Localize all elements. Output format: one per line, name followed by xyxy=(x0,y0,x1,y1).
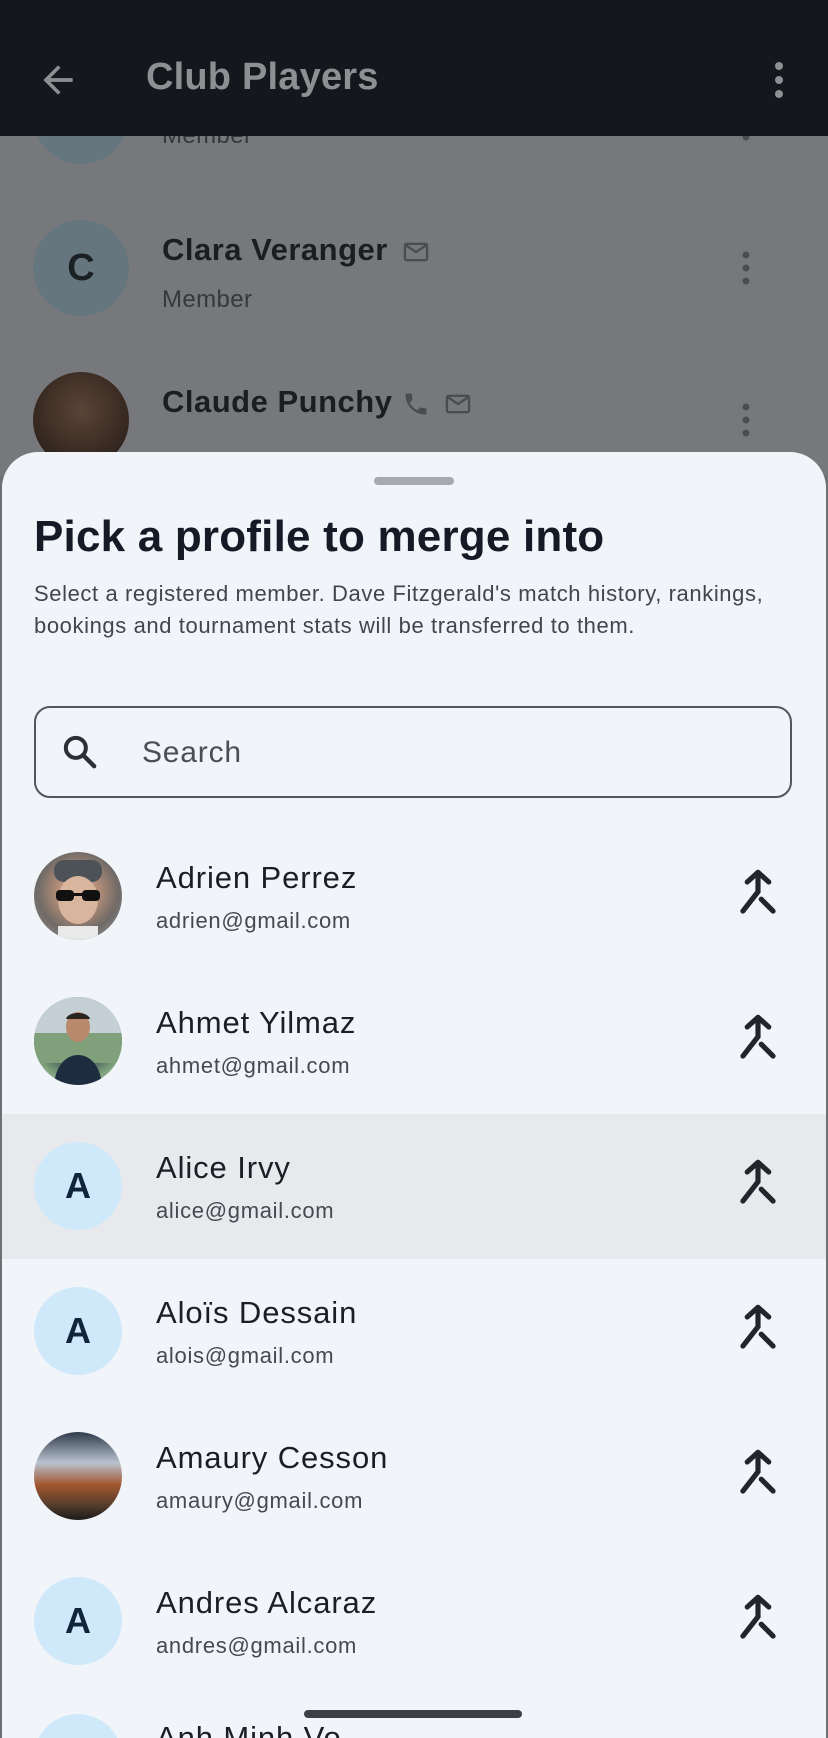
merge-icon[interactable] xyxy=(732,1593,784,1649)
player-role: Member xyxy=(162,286,253,313)
more-vert-icon[interactable] xyxy=(736,402,756,438)
member-row[interactable]: A Aloïs Dessain alois@gmail.com xyxy=(2,1259,826,1404)
member-name: Anh Minh Vo xyxy=(156,1720,342,1738)
merge-icon[interactable] xyxy=(732,868,784,924)
merge-icon[interactable] xyxy=(732,1303,784,1359)
avatar: A xyxy=(34,1577,122,1665)
merge-icon[interactable] xyxy=(732,1013,784,1069)
arrow-left-icon[interactable] xyxy=(36,58,80,102)
more-vert-icon[interactable] xyxy=(736,136,756,142)
more-vert-icon[interactable] xyxy=(766,60,792,100)
mail-icon xyxy=(445,394,471,414)
merge-profile-sheet: Pick a profile to merge into Select a re… xyxy=(2,452,826,1738)
member-email: amaury@gmail.com xyxy=(156,1488,364,1513)
avatar: C xyxy=(33,220,129,316)
member-name: Amaury Cesson xyxy=(156,1440,389,1475)
more-vert-icon[interactable] xyxy=(736,250,756,286)
avatar: A xyxy=(34,1142,122,1230)
sheet-title: Pick a profile to merge into xyxy=(34,512,605,561)
player-row[interactable]: C Clara Veranger Member xyxy=(0,204,828,357)
search-icon xyxy=(63,735,97,769)
member-name: Aloïs Dessain xyxy=(156,1295,358,1330)
avatar: C xyxy=(33,136,129,164)
phone-icon xyxy=(405,393,427,415)
search-input[interactable] xyxy=(140,728,744,778)
search-field[interactable] xyxy=(34,706,792,798)
member-email: andres@gmail.com xyxy=(156,1633,358,1658)
avatar xyxy=(34,852,122,940)
member-row[interactable]: Adrien Perrez adrien@gmail.com xyxy=(2,824,826,969)
drag-handle[interactable] xyxy=(374,477,454,485)
app-bar: Club Players xyxy=(0,0,828,136)
page-title: Club Players xyxy=(146,56,379,98)
member-email: alois@gmail.com xyxy=(156,1343,335,1368)
avatar-photo xyxy=(54,860,102,940)
avatar-photo xyxy=(34,997,122,1085)
gesture-nav-bar[interactable] xyxy=(304,1710,522,1718)
member-name: Adrien Perrez xyxy=(156,860,358,895)
player-role: Member xyxy=(162,136,252,150)
player-row[interactable]: C Member xyxy=(0,136,828,205)
member-name: Alice Irvy xyxy=(156,1150,291,1185)
player-name: Clara Veranger xyxy=(162,232,388,267)
member-row[interactable]: A Alice Irvy alice@gmail.com xyxy=(2,1114,826,1259)
member-name: Andres Alcaraz xyxy=(156,1585,378,1620)
member-row[interactable]: Amaury Cesson amaury@gmail.com xyxy=(2,1404,826,1549)
member-email: adrien@gmail.com xyxy=(156,908,351,933)
merge-icon[interactable] xyxy=(732,1448,784,1504)
member-name: Ahmet Yilmaz xyxy=(156,1005,357,1040)
mail-icon xyxy=(403,242,429,262)
avatar xyxy=(34,1432,122,1520)
member-row[interactable]: Ahmet Yilmaz ahmet@gmail.com xyxy=(2,969,826,1114)
sheet-description: Select a registered member. Dave Fitzger… xyxy=(34,581,764,638)
players-list: C Member C Clara Veranger Member Claude … xyxy=(0,136,828,476)
player-name: Claude Punchy xyxy=(162,384,393,419)
merge-icon[interactable] xyxy=(732,1158,784,1214)
avatar xyxy=(34,1714,122,1738)
member-email: ahmet@gmail.com xyxy=(156,1053,351,1078)
avatar: A xyxy=(34,1287,122,1375)
member-email: alice@gmail.com xyxy=(156,1198,335,1223)
avatar xyxy=(34,997,122,1085)
member-row[interactable]: A Andres Alcaraz andres@gmail.com xyxy=(2,1549,826,1694)
